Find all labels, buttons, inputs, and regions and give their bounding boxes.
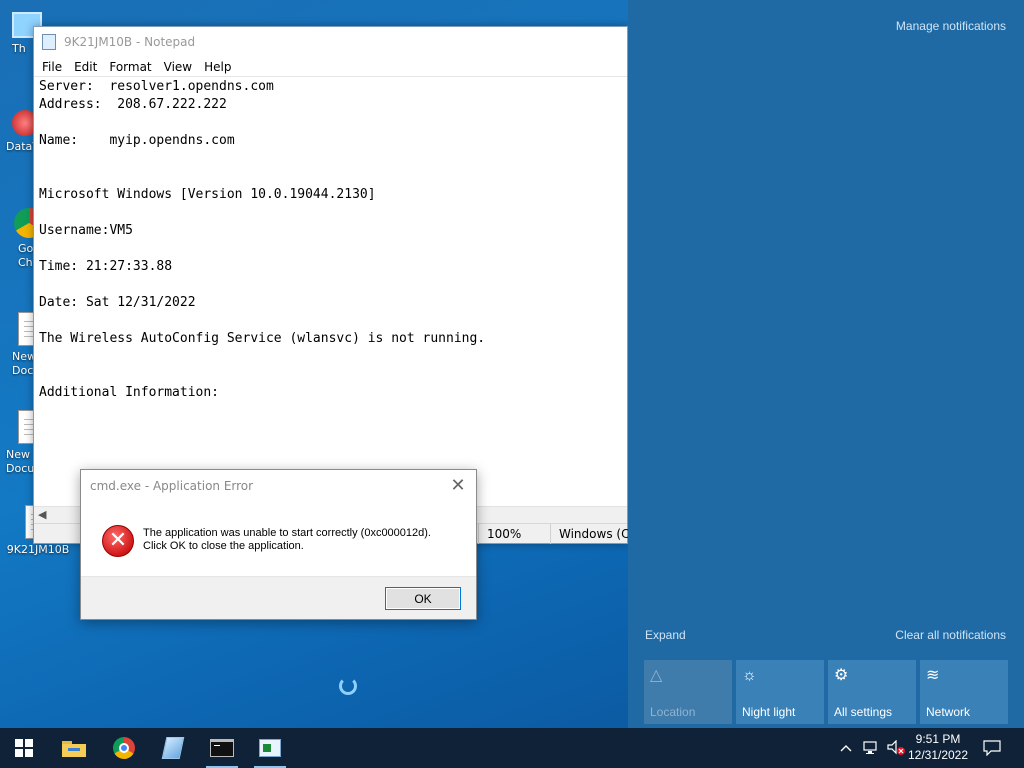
quick-action-location[interactable]: △ Location xyxy=(644,660,732,724)
ok-button[interactable]: OK xyxy=(385,587,461,610)
dialog-title: cmd.exe - Application Error xyxy=(90,479,254,493)
taskbar-notepad[interactable] xyxy=(246,728,294,768)
menu-help[interactable]: Help xyxy=(198,60,237,74)
taskbar-app-blue[interactable] xyxy=(149,728,197,768)
application-error-dialog[interactable]: cmd.exe - Application Error ✕ ✕ The appl… xyxy=(80,469,477,620)
network-icon: ≋ xyxy=(926,667,940,684)
gear-icon: ⚙ xyxy=(834,667,849,684)
clear-all-notifications-link[interactable]: Clear all notifications xyxy=(895,628,1006,642)
notepad-title-bar[interactable]: 9K21JM10B - Notepad xyxy=(34,27,627,57)
error-icon: ✕ xyxy=(102,525,134,557)
scroll-left-icon[interactable]: ◀ xyxy=(38,508,46,521)
taskbar-clock[interactable]: 9:51 PM 12/31/2022 xyxy=(906,731,970,763)
error-message-line-1: The application was unable to start corr… xyxy=(143,527,431,539)
notepad-window[interactable]: 9K21JM10B - Notepad File Edit Format Vie… xyxy=(33,26,628,544)
taskbar: 9:51 PM 12/31/2022 xyxy=(0,728,1024,768)
quick-action-network[interactable]: ≋ Network xyxy=(920,660,1008,724)
start-button[interactable] xyxy=(0,728,48,768)
status-line-ending: Windows (CRLF) xyxy=(550,524,628,544)
taskbar-chrome[interactable] xyxy=(100,728,148,768)
quick-action-night-light[interactable]: ☼ Night light xyxy=(736,660,824,724)
clock-time: 9:51 PM xyxy=(915,732,961,746)
dialog-footer: OK xyxy=(81,576,476,619)
expand-link[interactable]: Expand xyxy=(645,628,686,642)
status-zoom: 100% xyxy=(478,524,550,544)
network-status-icon[interactable] xyxy=(860,728,884,768)
dialog-title-bar[interactable]: cmd.exe - Application Error ✕ xyxy=(81,470,476,502)
menu-edit[interactable]: Edit xyxy=(68,60,103,74)
error-message-line-2: Click OK to close the application. xyxy=(143,540,304,552)
menu-file[interactable]: File xyxy=(36,60,68,74)
manage-notifications-link[interactable]: Manage notifications xyxy=(896,19,1006,33)
windows-logo-icon xyxy=(15,739,33,757)
chrome-icon xyxy=(113,737,135,759)
location-icon: △ xyxy=(650,667,663,684)
close-icon[interactable]: ✕ xyxy=(448,476,468,496)
quick-action-all-settings[interactable]: ⚙ All settings xyxy=(828,660,916,724)
notepad-icon xyxy=(42,34,56,50)
folder-icon xyxy=(62,741,86,757)
volume-muted-icon[interactable] xyxy=(884,728,908,768)
notepad-icon xyxy=(259,739,281,757)
menu-view[interactable]: View xyxy=(158,60,198,74)
error-message: The application was unable to start corr… xyxy=(143,527,431,553)
show-hidden-icons-chevron-up-icon[interactable] xyxy=(836,728,856,768)
taskbar-file-explorer[interactable] xyxy=(50,728,98,768)
dialog-body: ✕ The application was unable to start co… xyxy=(81,502,476,577)
notepad-title: 9K21JM10B - Notepad xyxy=(64,35,196,49)
app-icon xyxy=(161,737,185,759)
menu-format[interactable]: Format xyxy=(103,60,157,74)
notepad-menu-bar: File Edit Format View Help xyxy=(34,57,627,77)
action-center: Manage notifications Expand Clear all no… xyxy=(628,0,1024,728)
notepad-text-area[interactable]: Server: resolver1.opendns.com Address: 2… xyxy=(39,78,623,505)
taskbar-command-prompt[interactable] xyxy=(198,728,246,768)
brightness-icon: ☼ xyxy=(742,667,757,684)
loading-spinner-icon xyxy=(339,677,357,695)
clock-date: 12/31/2022 xyxy=(907,748,969,762)
notifications-icon[interactable] xyxy=(974,728,1010,768)
command-prompt-icon xyxy=(210,739,234,757)
